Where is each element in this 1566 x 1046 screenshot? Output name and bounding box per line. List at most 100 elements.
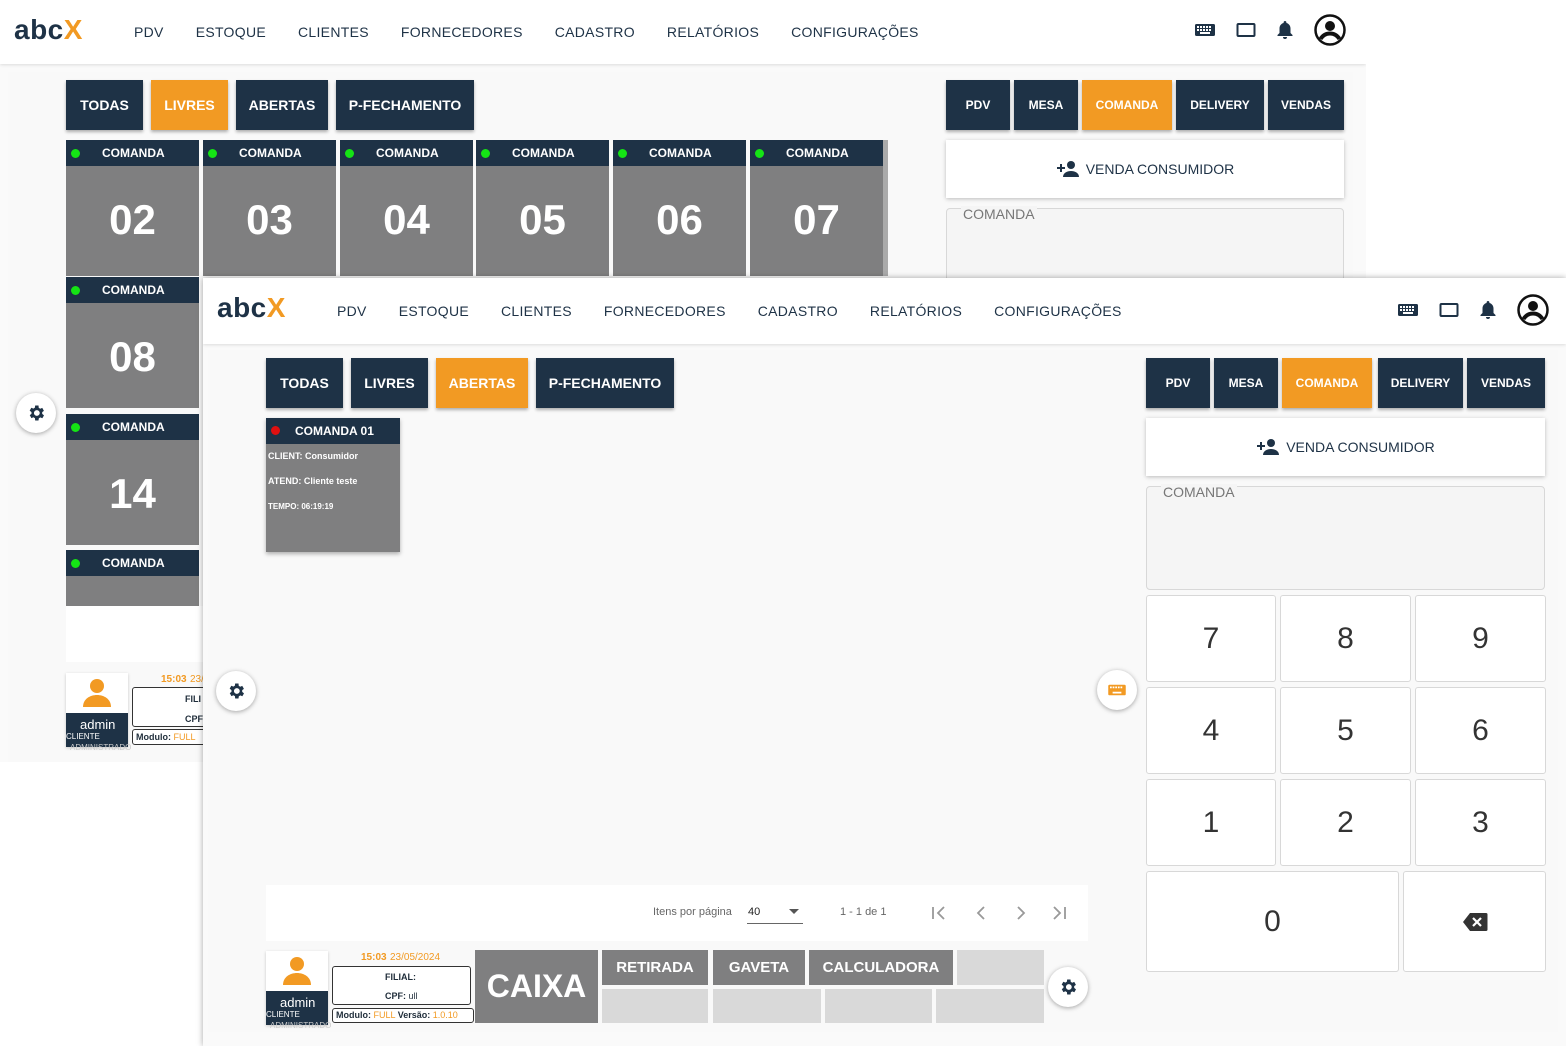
filter-p-fechamento[interactable]: P-FECHAMENTO [336, 80, 474, 130]
nav-fornecedores[interactable]: FORNECEDORES [604, 303, 726, 319]
nav-configuracoes[interactable]: CONFIGURAÇÕES [994, 303, 1122, 319]
nav-pdv[interactable]: PDV [134, 24, 164, 40]
previous-page-icon[interactable] [973, 905, 989, 921]
nav-configuracoes[interactable]: CONFIGURAÇÕES [791, 24, 919, 40]
settings-fab[interactable] [216, 671, 256, 711]
bell-icon[interactable] [1479, 300, 1497, 320]
mode-comanda[interactable]: COMANDA [1282, 358, 1372, 408]
mode-vendas[interactable]: VENDAS [1467, 358, 1545, 408]
open-comanda-card[interactable]: COMANDA 01 CLIENT: Consumidor ATEND: Cli… [266, 418, 400, 552]
app-logo[interactable]: abcX [14, 14, 83, 46]
comanda-card[interactable]: COMANDA 07 [750, 140, 883, 276]
status-dot [208, 149, 217, 158]
venda-consumidor-button[interactable]: VENDA CONSUMIDOR [1146, 418, 1545, 476]
comanda-card[interactable]: COMANDA 05 [476, 140, 609, 276]
top-bar: abcX PDV ESTOQUE CLIENTES FORNECEDORES C… [203, 278, 1566, 344]
mode-delivery[interactable]: DELIVERY [1378, 358, 1463, 408]
comanda-field[interactable]: COMANDA [1146, 484, 1545, 590]
backspace-key[interactable] [1403, 871, 1546, 972]
filter-todas[interactable]: TODAS [266, 358, 343, 408]
comanda-card[interactable]: COMANDA 06 [613, 140, 746, 276]
key-4[interactable]: 4 [1146, 687, 1276, 774]
gear-icon [29, 405, 44, 421]
mode-delivery[interactable]: DELIVERY [1176, 80, 1264, 130]
comanda-card[interactable]: COMANDA 04 [340, 140, 473, 276]
comanda-card[interactable]: COMANDA 02 [66, 140, 199, 276]
account-icon[interactable] [1314, 14, 1346, 46]
nav-relatorios[interactable]: RELATÓRIOS [870, 303, 962, 319]
person-add-icon [1056, 161, 1079, 177]
key-0[interactable]: 0 [1146, 871, 1399, 972]
tablet-icon[interactable] [1236, 22, 1256, 38]
venda-consumidor-button[interactable]: VENDA CONSUMIDOR [946, 140, 1344, 198]
nav-cadastro[interactable]: CADASTRO [555, 24, 635, 40]
app-logo[interactable]: abcX [217, 292, 286, 324]
settings-fab[interactable] [16, 393, 56, 433]
comanda-card[interactable]: COMANDA 03 [203, 140, 336, 276]
gaveta-button[interactable]: GAVETA [713, 950, 805, 985]
nav-fornecedores[interactable]: FORNECEDORES [401, 24, 523, 40]
front-window: abcX PDV ESTOQUE CLIENTES FORNECEDORES C… [203, 278, 1566, 1046]
filter-livres[interactable]: LIVRES [151, 80, 228, 130]
last-page-icon[interactable] [1051, 905, 1067, 921]
nav-clientes[interactable]: CLIENTES [298, 24, 369, 40]
keyboard-icon[interactable] [1194, 22, 1216, 38]
keyboard-fab[interactable] [1097, 670, 1137, 710]
status-dot [271, 426, 280, 435]
nav-cadastro[interactable]: CADASTRO [758, 303, 838, 319]
account-icon[interactable] [1517, 294, 1549, 326]
first-page-icon[interactable] [931, 905, 947, 921]
keyboard-icon[interactable] [1397, 302, 1419, 318]
comanda-card[interactable]: COMANDA 14 [66, 414, 199, 545]
bell-icon[interactable] [1276, 20, 1294, 40]
filter-abertas[interactable]: ABERTAS [436, 358, 528, 408]
retirada-button[interactable]: RETIRADA [602, 950, 708, 985]
client-label: CLIENT: Consumidor [268, 451, 358, 461]
main-panel: TODAS LIVRES ABERTAS P-FECHAMENTO COMAND… [208, 350, 1558, 1032]
filter-abertas[interactable]: ABERTAS [236, 80, 328, 130]
scrollbar[interactable] [883, 140, 888, 276]
mode-vendas[interactable]: VENDAS [1268, 80, 1344, 130]
user-avatar[interactable]: admin CLIENTE [66, 673, 128, 747]
mode-pdv[interactable]: PDV [946, 80, 1010, 130]
modulo-box: Modulo: FULL Versão: 1.0.10 [332, 1008, 474, 1023]
filter-p-fechamento[interactable]: P-FECHAMENTO [536, 358, 674, 408]
key-7[interactable]: 7 [1146, 595, 1276, 682]
page-size-select[interactable]: 40 [747, 901, 803, 924]
filter-todas[interactable]: TODAS [66, 80, 143, 130]
paginator: Itens por página 40 1 - 1 de 1 [266, 885, 1088, 941]
mode-mesa[interactable]: MESA [1014, 80, 1078, 130]
comanda-card[interactable]: COMANDA 08 [66, 277, 199, 408]
date-label: 23/ [190, 674, 204, 685]
settings-fab-bottom[interactable] [1048, 967, 1088, 1007]
nav-pdv[interactable]: PDV [337, 303, 367, 319]
nav-estoque[interactable]: ESTOQUE [196, 24, 266, 40]
mode-comanda[interactable]: COMANDA [1082, 80, 1172, 130]
user-avatar[interactable]: admin CLIENTE [266, 951, 328, 1025]
mode-mesa[interactable]: MESA [1214, 358, 1278, 408]
empty-slot [936, 989, 1044, 1023]
nav-estoque[interactable]: ESTOQUE [399, 303, 469, 319]
calculadora-button[interactable]: CALCULADORA [809, 950, 953, 985]
tablet-icon[interactable] [1439, 302, 1459, 318]
person-add-icon [1257, 439, 1280, 455]
key-9[interactable]: 9 [1415, 595, 1546, 682]
empty-slot [602, 989, 708, 1023]
nav-clientes[interactable]: CLIENTES [501, 303, 572, 319]
user-role-secondary: ADMINISTRADO [270, 1021, 332, 1030]
atend-label: ATEND: Cliente teste [268, 476, 358, 486]
gear-icon [229, 683, 244, 699]
key-8[interactable]: 8 [1280, 595, 1411, 682]
nav-relatorios[interactable]: RELATÓRIOS [667, 24, 759, 40]
comanda-card[interactable]: COMANDA [66, 550, 199, 606]
caixa-button[interactable]: CAIXA [475, 950, 598, 1023]
empty-slot [713, 989, 821, 1023]
mode-pdv[interactable]: PDV [1146, 358, 1210, 408]
key-2[interactable]: 2 [1280, 779, 1411, 866]
filter-livres[interactable]: LIVRES [351, 358, 428, 408]
key-3[interactable]: 3 [1415, 779, 1546, 866]
key-6[interactable]: 6 [1415, 687, 1546, 774]
key-1[interactable]: 1 [1146, 779, 1276, 866]
key-5[interactable]: 5 [1280, 687, 1411, 774]
next-page-icon[interactable] [1013, 905, 1029, 921]
